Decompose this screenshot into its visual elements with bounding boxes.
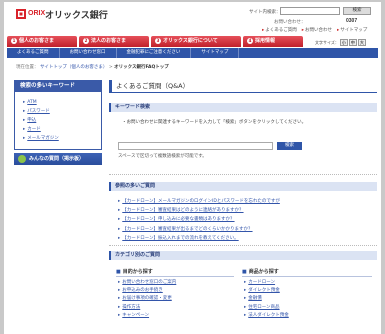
product-title: 商品から探す <box>242 268 279 275</box>
purpose-title: 目的から探す <box>116 268 153 275</box>
page: ORIX オリックス銀行 サイト内検索： 検索 お問い合わせ： 0307 よくあ… <box>4 2 381 334</box>
text-size-small[interactable]: 小 <box>339 39 348 46</box>
divider <box>109 174 377 175</box>
keyword-link[interactable]: カード <box>23 125 101 134</box>
tab-label: 個人のお客さま <box>19 38 55 44</box>
tel-label: お問い合わせ： <box>274 20 306 25</box>
tab-number: 2 <box>83 38 89 44</box>
keyword-link[interactable]: ATM <box>23 98 101 107</box>
keyword-search-heading: キーワード検索 <box>109 103 377 112</box>
orix-logo-icon <box>16 9 26 19</box>
util-link-sitemap[interactable]: サイトマップ <box>337 27 367 33</box>
site-search-label: サイト内検索： <box>249 10 281 15</box>
logo-jp[interactable]: オリックス銀行 <box>45 8 108 21</box>
purpose-list: お問い合わせ窓口のご案内 お申込みのお手続き お届け事項の確認・変更 操作方法 … <box>118 279 176 320</box>
product-rule <box>242 276 372 277</box>
popular-keywords-box: 検索の多いキーワード ATM パスワード 申込 カード メールマガジン <box>14 80 102 150</box>
purpose-link[interactable]: お届け事項の確認・変更 <box>118 295 176 303</box>
divider <box>109 245 377 246</box>
site-search-button[interactable]: 検索 <box>343 7 371 15</box>
keyword-search-input[interactable] <box>118 142 273 150</box>
util-link-contact[interactable]: お問い合わせ <box>302 27 332 33</box>
util-link-faq[interactable]: よくあるご質問 <box>262 27 297 33</box>
purpose-link[interactable]: 操作方法 <box>118 304 176 312</box>
community-icon <box>18 155 26 163</box>
faq-link[interactable]: 【カードローン】審査結果はどのように連絡がありますか？ <box>118 206 280 215</box>
subnav-sitemap[interactable]: サイトマップ <box>191 48 240 58</box>
tab-number: 3 <box>155 38 161 44</box>
faq-link[interactable]: 【カードローン】申し込みに必要な書類はありますか？ <box>118 215 280 224</box>
tab-about[interactable]: 3 オリックス銀行について <box>151 36 241 47</box>
breadcrumb-link-top[interactable]: サイトトップ（個人のお客さま） <box>40 65 108 70</box>
site-search-input[interactable] <box>280 7 340 15</box>
text-size-label: 文字サイズ： <box>315 39 339 45</box>
category-faq-heading: カテゴリ別のご質問 <box>109 251 377 260</box>
purpose-link[interactable]: キャンペーン <box>118 312 176 320</box>
keyword-search-description: ・お問い合わせに関連するキーワードを入力して「検索」ボタンをクリックしてください… <box>122 120 307 125</box>
text-size-switcher: 文字サイズ： 小 中 大 <box>315 39 366 46</box>
community-qa-button[interactable]: みんなの質問（掲示板） <box>14 153 102 165</box>
faq-link[interactable]: 【カードローン】メールマガジンのログインIDとパスワードを忘れたのですが <box>118 197 280 206</box>
purpose-link[interactable]: お申込みのお手続き <box>118 287 176 295</box>
tel-number: 0307 <box>346 18 358 24</box>
popular-faq-heading: 参照の多いご質問 <box>109 182 377 191</box>
popular-keywords-list: ATM パスワード 申込 カード メールマガジン <box>15 92 101 143</box>
utility-links: よくあるご質問 お問い合わせ サイトマップ <box>262 27 367 33</box>
faq-link[interactable]: 【カードローン】審査結果が出るまでどのくらいかかりますか？ <box>118 225 280 234</box>
page-title: よくあるご質問（Q&A） <box>109 80 377 93</box>
keyword-link[interactable]: パスワード <box>23 107 101 116</box>
breadcrumb: 現在位置： サイトトップ（個人のお客さま） > オリックス銀行FAQトップ <box>16 65 169 70</box>
keyword-search-note: スペースで区切って複数語検索が可能です。 <box>118 154 207 159</box>
tab-label: 採用情報 <box>255 38 276 44</box>
community-qa-label: みんなの質問（掲示板） <box>29 156 85 162</box>
tab-number: 1 <box>11 38 17 44</box>
keyword-search-button[interactable]: 検索 <box>277 142 302 150</box>
subnav-contact[interactable]: お問い合わせ窓口 <box>60 48 117 58</box>
product-link[interactable]: カードローン <box>244 279 289 287</box>
tab-number: 4 <box>247 38 253 44</box>
text-size-medium[interactable]: 中 <box>348 39 357 46</box>
popular-keywords-title: 検索の多いキーワード <box>15 81 101 92</box>
purpose-link[interactable]: お問い合わせ窓口のご案内 <box>118 279 176 287</box>
keyword-link[interactable]: メールマガジン <box>23 134 101 143</box>
breadcrumb-current: オリックス銀行FAQトップ <box>114 65 169 70</box>
subnav-fraud[interactable]: 金融犯罪にご注意ください <box>117 48 192 58</box>
logo-en[interactable]: ORIX <box>28 10 45 17</box>
tab-personal[interactable]: 1 個人のお客さま <box>7 36 77 47</box>
tab-label: オリックス銀行について <box>163 38 218 44</box>
tab-label: 法人のお客さま <box>91 38 127 44</box>
breadcrumb-label: 現在位置： <box>16 65 39 70</box>
product-link[interactable]: 金融債 <box>244 295 289 303</box>
keyword-link[interactable]: 申込 <box>23 116 101 125</box>
subnav-faq[interactable]: よくあるご質問 <box>7 48 60 58</box>
product-list: カードローン ダイレクト預金 金融債 住宅ローン商品 法人ダイレクト預金 <box>244 279 289 320</box>
tab-corporate[interactable]: 2 法人のお客さま <box>79 36 149 47</box>
popular-faq-list: 【カードローン】メールマガジンのログインIDとパスワードを忘れたのですが 【カー… <box>118 197 280 243</box>
product-link[interactable]: 法人ダイレクト預金 <box>244 312 289 320</box>
product-link[interactable]: 住宅ローン商品 <box>244 304 289 312</box>
tab-recruit[interactable]: 4 採用情報 <box>243 36 303 47</box>
text-size-large[interactable]: 大 <box>357 39 366 46</box>
purpose-rule <box>116 276 234 277</box>
faq-link[interactable]: 【カードローン】振込入れまでの流れを教えてください。 <box>118 234 280 243</box>
sub-nav: よくあるご質問 お問い合わせ窓口 金融犯罪にご注意ください サイトマップ <box>7 48 378 58</box>
product-link[interactable]: ダイレクト預金 <box>244 287 289 295</box>
